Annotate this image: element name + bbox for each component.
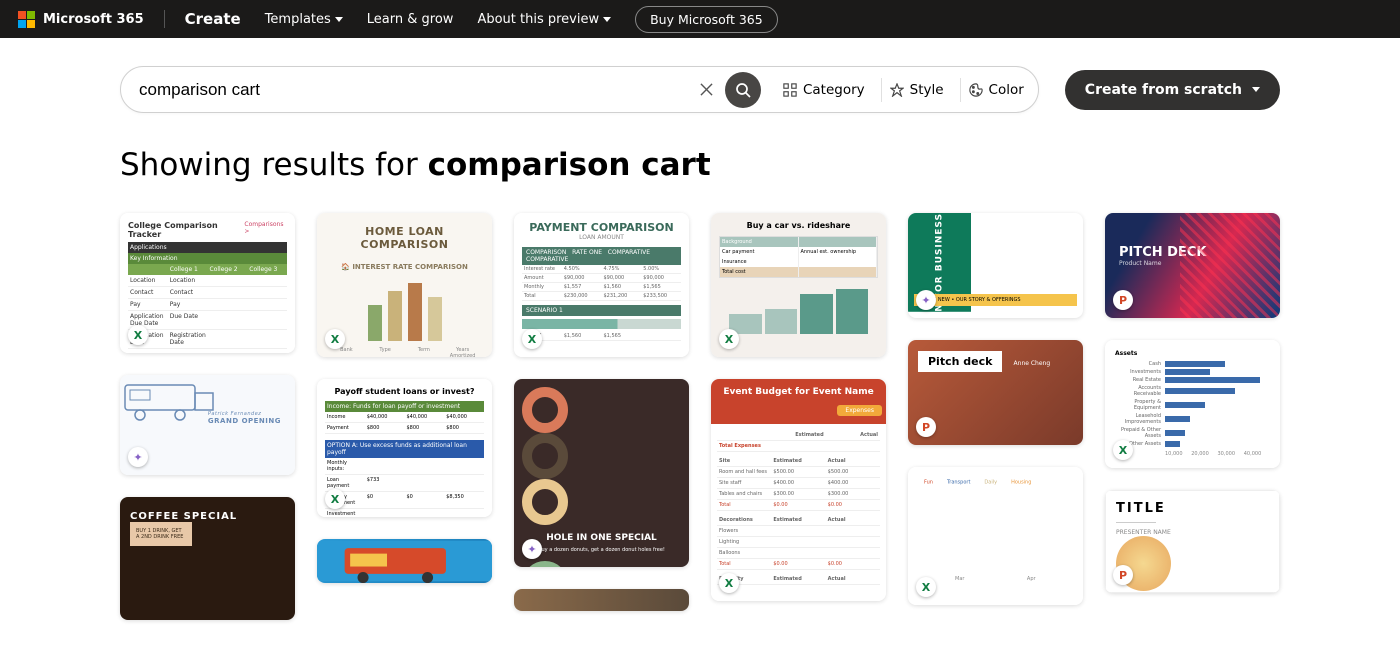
brand[interactable]: Microsoft 365 <box>18 11 144 28</box>
nav-templates[interactable]: Templates <box>265 12 343 27</box>
template-grid: College Comparison TrackerComparisons > … <box>0 213 1400 644</box>
template-card-coffee-special[interactable]: COFFEE SPECIAL BUY 1 DRINK, GET A 2ND DR… <box>120 497 295 620</box>
search-button[interactable] <box>725 72 761 108</box>
template-card-expense-bars[interactable]: Fun Transport Daily Housing MarApr X <box>908 467 1083 605</box>
template-card-home-loan[interactable]: HOME LOAN COMPARISON 🏠 INTEREST RATE COM… <box>317 213 492 357</box>
create-from-scratch-label: Create from scratch <box>1085 82 1242 98</box>
close-icon <box>700 83 713 96</box>
clear-search-button[interactable] <box>693 76 721 104</box>
nav-learn[interactable]: Learn & grow <box>367 12 454 27</box>
buy-microsoft-365-button[interactable]: Buy Microsoft 365 <box>635 6 778 33</box>
powerpoint-icon: P <box>916 417 936 437</box>
results-prefix: Showing results for <box>120 147 428 183</box>
buy-label: Buy Microsoft 365 <box>650 12 763 27</box>
excel-icon: X <box>325 329 345 349</box>
template-card-van[interactable] <box>317 539 492 583</box>
template-card-open-for-business[interactable]: N FOR BUSINESS WHAT'S NEW • OUR STORY & … <box>908 213 1083 318</box>
template-card-car-rideshare[interactable]: Buy a car vs. rideshare Background Car p… <box>711 213 886 357</box>
template-thumbnail <box>514 589 689 611</box>
template-card-pitch-deck-vinyl[interactable]: Pitch deck Anne Cheng P <box>908 340 1083 445</box>
template-card-pitch-deck-blue[interactable]: PITCH DECK Product Name P <box>1105 213 1280 318</box>
excel-icon: X <box>719 329 739 349</box>
powerpoint-icon: P <box>1113 290 1133 310</box>
template-card-college-comparison[interactable]: College Comparison TrackerComparisons > … <box>120 213 295 353</box>
powerpoint-icon: P <box>1113 565 1133 585</box>
search-container: Category Style Color <box>120 66 1039 113</box>
designer-icon: ✦ <box>128 447 148 467</box>
template-card-event-budget[interactable]: Event Budget for Event Name Expenses Est… <box>711 379 886 601</box>
chevron-down-icon <box>603 17 611 22</box>
topbar: Microsoft 365 Create Templates Learn & g… <box>0 0 1400 38</box>
filter-style[interactable]: Style <box>881 78 952 102</box>
brand-name: Microsoft 365 <box>43 12 144 27</box>
create-from-scratch-button[interactable]: Create from scratch <box>1065 70 1280 110</box>
template-card-brown-strip[interactable] <box>514 589 689 611</box>
template-thumbnail: HOLE IN ONE SPECIALBuy a dozen donuts, g… <box>514 379 689 567</box>
chevron-down-icon <box>335 17 343 22</box>
nav-about-preview[interactable]: About this preview <box>477 12 611 27</box>
designer-icon: ✦ <box>916 290 936 310</box>
style-icon <box>890 83 904 97</box>
nav-learn-label: Learn & grow <box>367 12 454 27</box>
template-card-grand-opening[interactable]: Patrick FernandezGRAND OPENING ✦ <box>120 375 295 475</box>
excel-icon: X <box>916 577 936 597</box>
designer-icon: ✦ <box>522 539 542 559</box>
color-icon <box>969 83 983 97</box>
results-heading: Showing results for comparison cart <box>0 113 1400 213</box>
template-thumbnail: Event Budget for Event Name Expenses Est… <box>711 379 886 601</box>
filter-style-label: Style <box>910 82 944 98</box>
search-filters: Category Style Color <box>775 78 1032 102</box>
template-thumbnail <box>317 539 492 583</box>
excel-icon: X <box>128 325 148 345</box>
template-card-assets-bars[interactable]: Assets Cash Investments Real Estate Acco… <box>1105 340 1280 468</box>
header-nav: Templates Learn & grow About this previe… <box>265 6 778 33</box>
truck-icon <box>120 375 220 425</box>
excel-icon: X <box>1113 440 1133 460</box>
template-card-donuts[interactable]: HOLE IN ONE SPECIALBuy a dozen donuts, g… <box>514 379 689 567</box>
filter-color[interactable]: Color <box>960 78 1032 102</box>
nav-about-preview-label: About this preview <box>477 12 599 27</box>
filter-category-label: Category <box>803 82 865 98</box>
template-thumbnail: COFFEE SPECIAL BUY 1 DRINK, GET A 2ND DR… <box>120 497 295 620</box>
search-icon <box>735 82 751 98</box>
filter-color-label: Color <box>989 82 1024 98</box>
search-input[interactable] <box>139 80 693 100</box>
create-link[interactable]: Create <box>185 10 241 28</box>
header-divider <box>164 10 165 28</box>
microsoft-logo-icon <box>18 11 35 28</box>
excel-icon: X <box>522 329 542 349</box>
nav-templates-label: Templates <box>265 12 331 27</box>
template-card-payoff-invest[interactable]: Payoff student loans or invest? Income: … <box>317 379 492 517</box>
excel-icon: X <box>719 573 739 593</box>
excel-icon: X <box>325 489 345 509</box>
category-icon <box>783 83 797 97</box>
chevron-down-icon <box>1252 87 1260 92</box>
search-row: Category Style Color Create from scratch <box>0 38 1400 113</box>
filter-category[interactable]: Category <box>775 78 873 102</box>
results-query: comparison cart <box>428 147 711 183</box>
template-card-payment-comparison[interactable]: PAYMENT COMPARISON LOAN AMOUNT COMPARISO… <box>514 213 689 357</box>
template-card-title-macarons[interactable]: TITLE PRESENTER NAME P <box>1105 490 1280 593</box>
